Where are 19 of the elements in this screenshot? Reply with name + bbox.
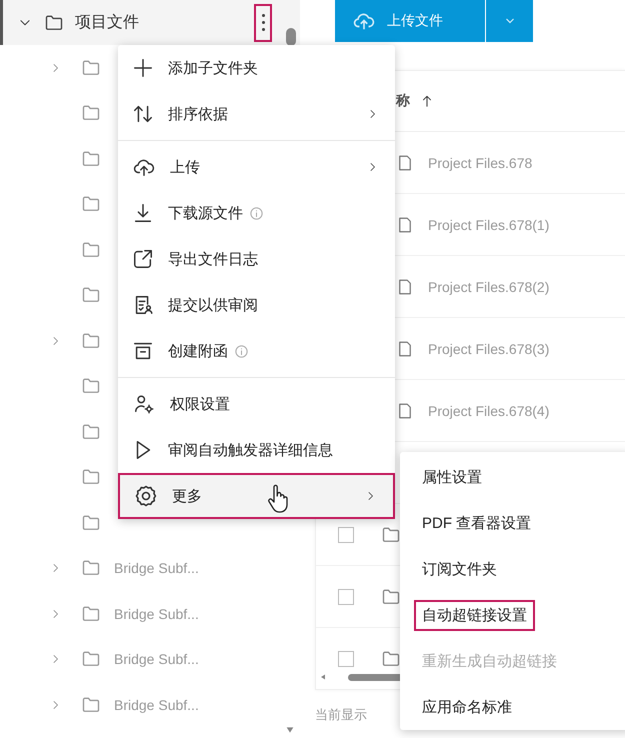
- menu-item[interactable]: 审阅自动触发器详细信息: [118, 427, 395, 473]
- menu-item[interactable]: PDF 查看器设置: [400, 500, 625, 546]
- column-header[interactable]: 称: [396, 92, 410, 110]
- menu-item[interactable]: 订阅文件夹: [400, 546, 625, 592]
- menu-item[interactable]: 创建附函: [118, 328, 395, 374]
- menu-item[interactable]: 上传: [118, 144, 395, 190]
- menu-item[interactable]: 添加子文件夹: [118, 45, 395, 91]
- menu-item[interactable]: 下载源文件: [118, 190, 395, 236]
- menu-item[interactable]: 导出文件日志: [118, 236, 395, 282]
- menu-item[interactable]: 排序依据: [118, 91, 395, 137]
- status-text: 当前显示: [315, 706, 367, 724]
- tree-root-row[interactable]: 项目文件: [0, 0, 300, 45]
- menu-item[interactable]: 权限设置: [118, 381, 395, 427]
- folder-name: 项目文件: [75, 12, 140, 33]
- menu-item[interactable]: 提交以供审阅: [118, 282, 395, 328]
- menu-item[interactable]: 应用命名标准: [400, 684, 625, 730]
- menu-item[interactable]: 自动超链接设置: [400, 592, 625, 638]
- menu-item[interactable]: 更多: [118, 473, 395, 519]
- menu-item[interactable]: 属性设置: [400, 454, 625, 500]
